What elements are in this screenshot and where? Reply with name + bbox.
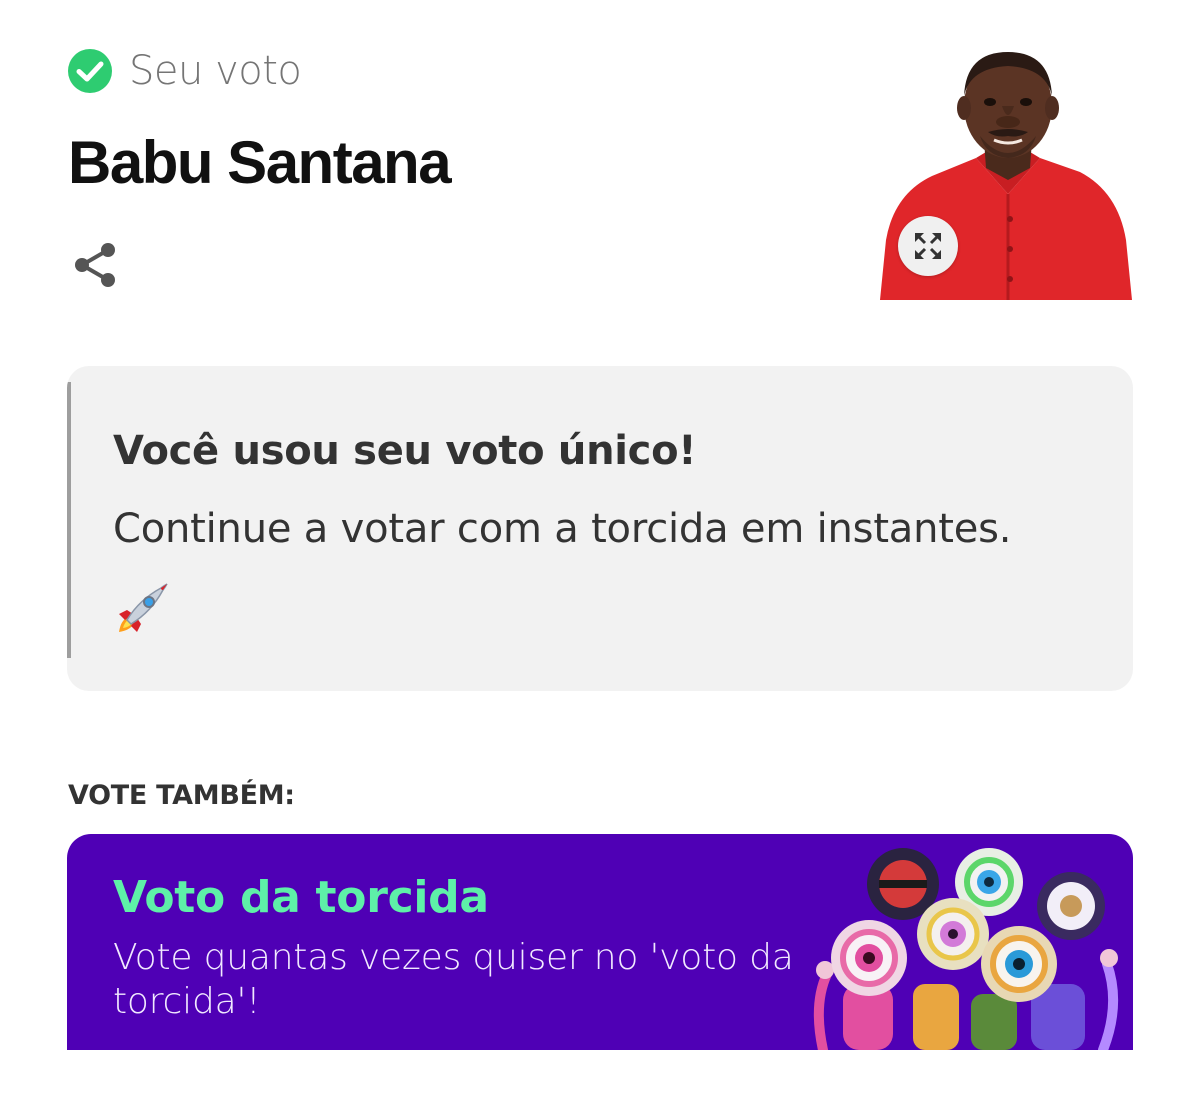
voted-status: Seu voto xyxy=(67,46,302,96)
share-button[interactable] xyxy=(70,240,122,292)
notice-text: Continue a votar com a torcida em instan… xyxy=(113,506,1012,552)
notice-accent-bar xyxy=(67,382,71,658)
mascots-art xyxy=(813,848,1119,1050)
share-icon xyxy=(75,243,115,287)
candidate-photo[interactable] xyxy=(880,44,1132,300)
expand-icon xyxy=(915,233,941,259)
promo-text: Vote quantas vezes quiser no 'voto da to… xyxy=(113,937,794,1022)
rocket-icon xyxy=(119,583,168,632)
bbb-mascots-illustration xyxy=(803,834,1133,1050)
voto-da-torcida-card[interactable]: Voto da torcida Vote quantas vezes quise… xyxy=(67,834,1133,1050)
promo-title: Voto da torcida xyxy=(113,872,489,923)
check-circle-icon xyxy=(68,49,112,93)
notice-title: Você usou seu voto único! xyxy=(113,428,697,474)
vote-notice-card: Você usou seu voto único! Continue a vot… xyxy=(67,366,1133,691)
expand-photo-button[interactable] xyxy=(898,216,958,276)
candidate-name: Babu Santana xyxy=(68,129,452,196)
vote-also-heading: VOTE TAMBÉM: xyxy=(68,780,295,811)
voted-label: Seu voto xyxy=(129,48,302,94)
